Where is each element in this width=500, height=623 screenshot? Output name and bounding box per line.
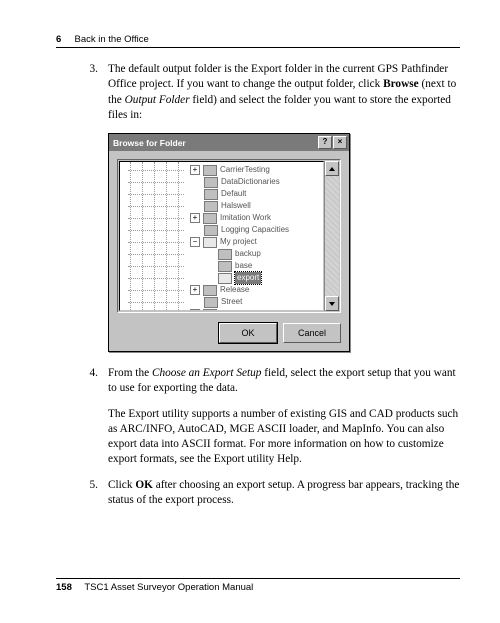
dialog-body: + CarrierTestingDataDictionariesDefaultHa… [109,151,349,351]
folder-label[interactable]: Halswell [221,200,251,212]
manual-page: 6 Back in the Office 3. The default outp… [0,0,500,623]
expand-toggle[interactable]: + [190,165,200,175]
chapter-number: 6 [56,34,61,45]
step-number: 5. [56,478,108,509]
folder-icon [204,201,218,212]
folder-label[interactable]: Logging Capacities [221,224,289,236]
tree-node[interactable]: Default [190,188,323,200]
dialog-title: Browse for Folder [113,138,318,148]
folder-icon [218,249,232,260]
folder-label[interactable]: export [235,272,261,284]
tree-node[interactable]: export [190,272,323,284]
folder-label[interactable]: base [235,260,252,272]
tree-node[interactable]: DataDictionaries [190,176,323,188]
tree-node[interactable]: Street [190,296,323,308]
help-button[interactable]: ? [318,136,332,149]
step-5: 5. Click OK after choosing an export set… [56,478,460,509]
dialog-screenshot: Browse for Folder ? × [108,133,460,352]
dialog-titlebar: Browse for Folder ? × [109,134,349,151]
close-button[interactable]: × [333,136,347,149]
tree-node[interactable]: + Imitation Work [190,212,323,224]
page-number: 158 [56,582,72,593]
folder-icon [218,261,232,272]
scroll-down-button[interactable] [325,296,339,311]
step-body: The default output folder is the Export … [108,62,460,123]
step-body: Click OK after choosing an export setup.… [108,478,460,509]
scrollbar[interactable] [324,161,339,311]
chapter-title: Back in the Office [75,34,149,45]
folder-tree[interactable]: + CarrierTestingDataDictionariesDefaultHa… [119,161,324,311]
tree-node[interactable]: base [190,260,323,272]
expand-toggle[interactable]: + [190,213,200,223]
folder-icon [203,213,217,224]
cancel-button[interactable]: Cancel [283,323,341,343]
folder-label[interactable]: DataDictionaries [221,176,280,188]
step-body: From the Choose an Export Setup field, s… [108,366,460,397]
folder-icon [204,225,218,236]
tree-node[interactable]: backup [190,248,323,260]
tree-node[interactable]: Logging Capacities [190,224,323,236]
folder-icon [204,189,218,200]
expand-toggle[interactable]: + [190,285,200,295]
folder-tree-frame: + CarrierTestingDataDictionariesDefaultHa… [117,159,341,313]
ok-button[interactable]: OK [219,323,277,343]
folder-icon [218,273,232,284]
folder-label[interactable]: Street [221,296,242,308]
tree-node[interactable]: + Training [190,308,323,311]
dialog-button-row: OK Cancel [117,323,341,343]
scroll-track[interactable] [325,176,339,296]
paragraph: The Export utility supports a number of … [108,407,460,468]
folder-label[interactable]: Imitation Work [220,212,271,224]
running-head: 6 Back in the Office [56,34,460,48]
expand-toggle[interactable]: + [190,309,200,311]
folder-label[interactable]: My project [220,236,257,248]
step-number: 4. [56,366,108,397]
folder-label[interactable]: Release [220,284,249,296]
tree-node[interactable]: + CarrierTesting [190,164,323,176]
folder-icon [204,297,218,308]
folder-icon [203,165,217,176]
step-3: 3. The default output folder is the Expo… [56,62,460,123]
tree-node[interactable]: Halswell [190,200,323,212]
tree-node[interactable]: + Release [190,284,323,296]
folder-label[interactable]: Training [220,308,249,311]
footer-title: TSC1 Asset Surveyor Operation Manual [84,582,253,593]
expand-toggle[interactable]: − [190,237,200,247]
page-footer: 158 TSC1 Asset Surveyor Operation Manual [56,578,460,593]
folder-label[interactable]: backup [235,248,261,260]
step-4: 4. From the Choose an Export Setup field… [56,366,460,397]
folder-icon [203,309,217,312]
scroll-up-button[interactable] [325,161,339,176]
folder-icon [204,177,218,188]
folder-icon [203,237,217,248]
step-number: 3. [56,62,108,123]
browse-for-folder-dialog: Browse for Folder ? × [108,133,350,352]
folder-label[interactable]: Default [221,188,246,200]
tree-node[interactable]: − My project [190,236,323,248]
folder-icon [203,285,217,296]
folder-label[interactable]: CarrierTesting [220,164,270,176]
